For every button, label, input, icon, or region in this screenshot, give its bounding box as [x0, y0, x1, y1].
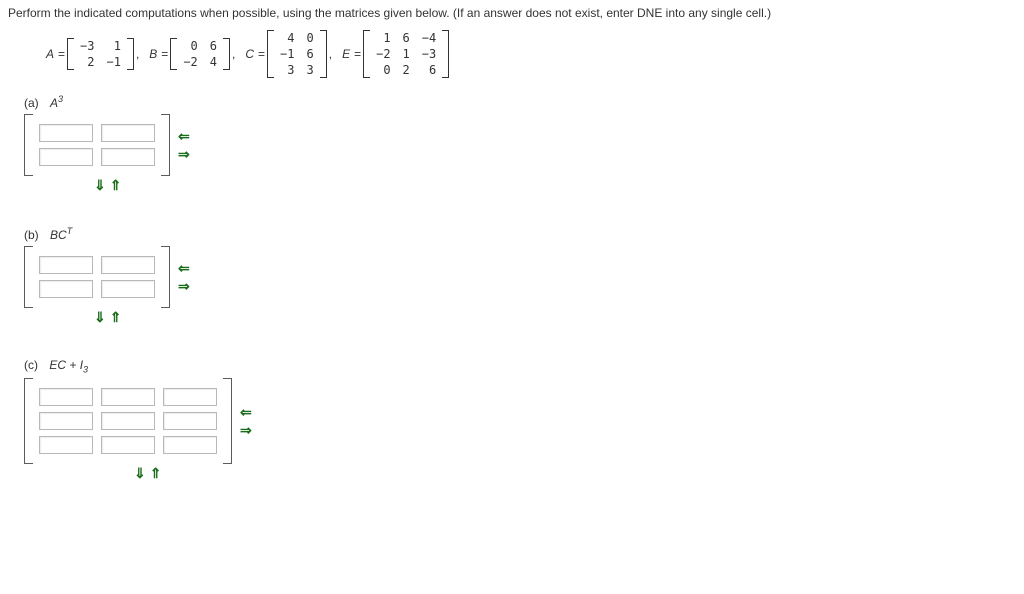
part-a-expression: A3: [50, 96, 63, 110]
part-a-label: (a) A3: [24, 94, 1016, 110]
matrix-a-group: A = −31 2−1 ,: [46, 38, 139, 70]
part-a-cell[interactable]: [39, 124, 93, 142]
part-a-answer-matrix: [24, 114, 170, 176]
matrix-a-label: A: [46, 47, 54, 61]
separator: ,: [232, 47, 235, 61]
remove-column-icon[interactable]: ⇐: [178, 261, 190, 275]
remove-row-icon[interactable]: ⇑: [110, 310, 122, 324]
part-c-cell[interactable]: [39, 388, 93, 406]
part-b-cell[interactable]: [101, 280, 155, 298]
part-b-cell[interactable]: [39, 280, 93, 298]
equals-sign: =: [354, 47, 361, 61]
matrix-definitions: A = −31 2−1 , B = 06 −24 , C =: [46, 30, 1016, 78]
part-c-cell[interactable]: [163, 412, 217, 430]
matrix-e: 16−4 −21−3 026: [363, 30, 449, 78]
separator: ,: [136, 47, 139, 61]
matrix-b-label: B: [149, 47, 157, 61]
part-c-cell[interactable]: [101, 436, 155, 454]
part-c-cell[interactable]: [39, 436, 93, 454]
instructions-text: Perform the indicated computations when …: [8, 6, 1016, 20]
matrix-b: 06 −24: [170, 38, 230, 70]
part-b-expression: BCT: [50, 228, 72, 242]
part-c-cell[interactable]: [101, 412, 155, 430]
part-a-tag: (a): [24, 96, 39, 110]
part-b-cell[interactable]: [101, 256, 155, 274]
part-a: (a) A3 ⇐ ⇒ ⇓ ⇑: [24, 94, 1016, 192]
equals-sign: =: [258, 47, 265, 61]
matrix-a: −31 2−1: [67, 38, 134, 70]
equals-sign: =: [161, 47, 168, 61]
part-b-tag: (b): [24, 228, 39, 242]
part-b: (b) BCT ⇐ ⇒ ⇓ ⇑: [24, 226, 1016, 324]
matrix-e-label: E: [342, 47, 350, 61]
part-c-cell[interactable]: [163, 388, 217, 406]
remove-column-icon[interactable]: ⇐: [178, 129, 190, 143]
part-b-cell[interactable]: [39, 256, 93, 274]
part-b-answer-matrix: [24, 246, 170, 308]
add-row-icon[interactable]: ⇓: [94, 178, 106, 192]
equals-sign: =: [58, 47, 65, 61]
part-c-answer-matrix: [24, 378, 232, 464]
separator: ,: [329, 47, 332, 61]
part-c-cell[interactable]: [163, 436, 217, 454]
part-c-tag: (c): [24, 358, 38, 372]
add-column-icon[interactable]: ⇒: [240, 423, 252, 437]
matrix-c-group: C = 40 −16 33 ,: [245, 30, 332, 78]
add-row-icon[interactable]: ⇓: [94, 310, 106, 324]
part-c-expression: EC + I3: [49, 358, 88, 372]
part-c-label: (c) EC + I3: [24, 358, 1016, 374]
add-column-icon[interactable]: ⇒: [178, 279, 190, 293]
remove-row-icon[interactable]: ⇑: [110, 178, 122, 192]
matrix-e-group: E = 16−4 −21−3 026: [342, 30, 449, 78]
add-column-icon[interactable]: ⇒: [178, 147, 190, 161]
part-c: (c) EC + I3 ⇐ ⇒ ⇓ ⇑: [24, 358, 1016, 480]
part-a-cell[interactable]: [39, 148, 93, 166]
matrix-c: 40 −16 33: [267, 30, 327, 78]
remove-row-icon[interactable]: ⇑: [150, 466, 162, 480]
add-row-icon[interactable]: ⇓: [134, 466, 146, 480]
part-a-cell[interactable]: [101, 124, 155, 142]
part-b-label: (b) BCT: [24, 226, 1016, 242]
part-c-cell[interactable]: [39, 412, 93, 430]
remove-column-icon[interactable]: ⇐: [240, 405, 252, 419]
part-a-cell[interactable]: [101, 148, 155, 166]
matrix-c-label: C: [245, 47, 254, 61]
matrix-b-group: B = 06 −24 ,: [149, 38, 235, 70]
part-c-cell[interactable]: [101, 388, 155, 406]
